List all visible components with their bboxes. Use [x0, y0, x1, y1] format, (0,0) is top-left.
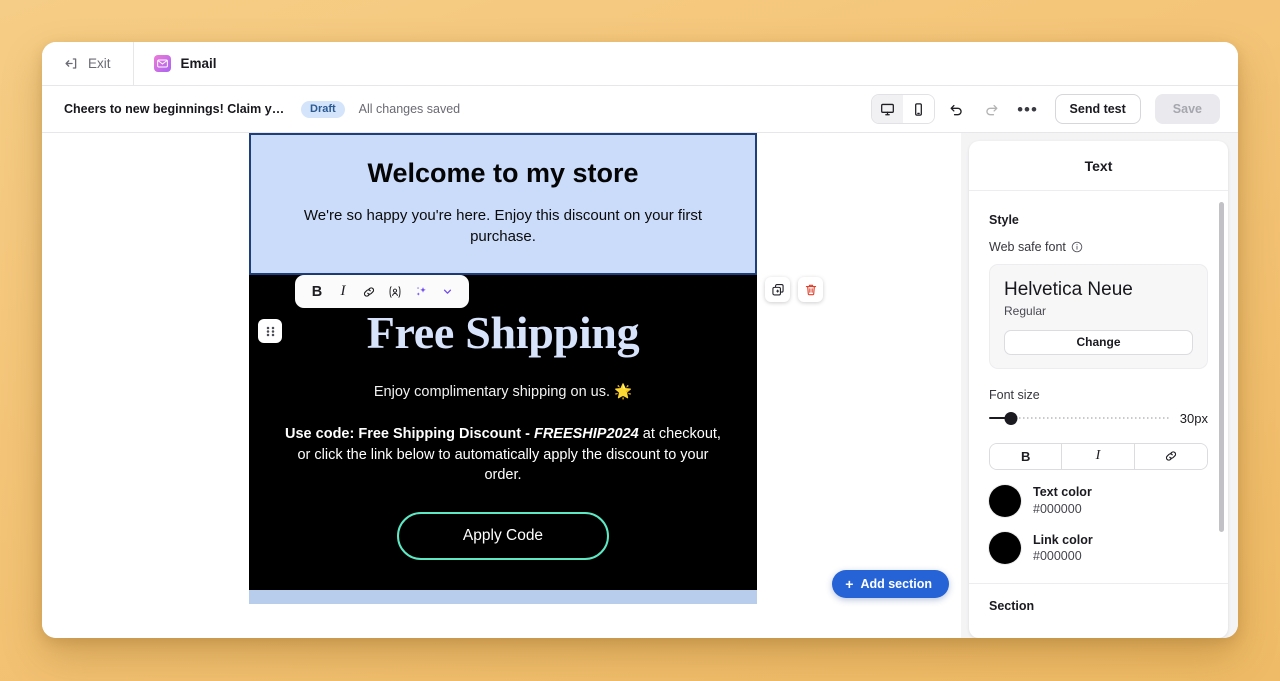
panel-link-icon[interactable] — [1134, 443, 1207, 469]
promo-discount-code: FREESHIP2024 — [533, 426, 639, 443]
section-next[interactable] — [249, 589, 757, 604]
tab-strip: Exit Email — [42, 42, 1238, 86]
italic-button[interactable]: I — [332, 280, 354, 303]
save-button[interactable]: Save — [1154, 94, 1220, 124]
style-section-label: Style — [989, 213, 1019, 227]
text-color-hex: #000000 — [1033, 501, 1082, 516]
section-drag-handle[interactable] — [258, 319, 282, 343]
document-bar: Cheers to new beginnings! Claim yo... Dr… — [42, 86, 1238, 133]
text-color-info: Text color #000000 — [1033, 484, 1092, 518]
panel-title: Text — [969, 141, 1228, 191]
more-options-button[interactable]: ••• — [1013, 95, 1043, 123]
exit-button[interactable]: Exit — [42, 42, 134, 85]
section-actions — [765, 277, 823, 302]
status-badge: Draft — [301, 100, 345, 118]
ai-chevron-down-icon[interactable] — [436, 280, 458, 303]
change-font-button[interactable]: Change — [1004, 329, 1193, 355]
editor-body: Welcome to my store We're so happy you'r… — [42, 133, 1238, 638]
font-size-slider[interactable] — [989, 411, 1169, 425]
document-bar-actions: ••• Send test Save — [870, 94, 1220, 124]
slider-thumb[interactable] — [1004, 411, 1018, 425]
email-icon — [153, 55, 171, 72]
tab-email-label: Email — [180, 56, 217, 71]
panel-italic-button[interactable]: I — [1062, 443, 1135, 469]
web-safe-font-text: Web safe font — [989, 240, 1066, 254]
slider-track — [1010, 417, 1169, 420]
promo-body-lead: Use code: Free Shipping Discount - — [285, 426, 534, 443]
font-size-label: Font size — [989, 387, 1040, 402]
plus-icon: + — [845, 576, 854, 592]
email-preview: Welcome to my store We're so happy you'r… — [249, 133, 757, 604]
add-section-button[interactable]: + Add section — [832, 570, 949, 598]
delete-section-button[interactable] — [798, 277, 823, 302]
panel-scroll-area[interactable]: Style Web safe font Helvetica Neue Regul… — [969, 191, 1228, 638]
tab-email[interactable]: Email — [134, 42, 237, 85]
email-canvas: Welcome to my store We're so happy you'r… — [42, 133, 961, 638]
font-size-value: 30px — [1179, 410, 1208, 426]
personalization-icon[interactable] — [384, 280, 406, 303]
link-color-hex: #000000 — [1033, 549, 1082, 564]
exit-icon — [64, 56, 79, 71]
floating-format-toolbar: B I — [295, 275, 469, 308]
info-icon[interactable] — [1071, 241, 1083, 253]
font-card: Helvetica Neue Regular Change — [989, 264, 1208, 369]
link-color-label: Link color — [1033, 532, 1093, 547]
link-color-row[interactable]: Link color #000000 — [989, 532, 1208, 566]
app-window: Exit Email Cheers to new beginnings! Cla… — [42, 42, 1238, 638]
link-icon[interactable] — [358, 280, 380, 303]
properties-panel: Text Style Web safe font Helvetica Neue … — [961, 133, 1238, 638]
undo-button[interactable] — [941, 95, 971, 123]
font-name: Helvetica Neue — [1004, 279, 1133, 300]
properties-card: Text Style Web safe font Helvetica Neue … — [969, 141, 1228, 638]
add-section-label: Add section — [860, 577, 932, 591]
send-test-button[interactable]: Send test — [1054, 94, 1141, 124]
text-color-swatch[interactable] — [989, 484, 1021, 517]
promo-subheading[interactable]: Enjoy complimentary shipping on us. 🌟 — [279, 382, 727, 403]
mobile-preview-button[interactable] — [902, 95, 934, 123]
apply-code-button[interactable]: Apply Code — [396, 511, 610, 560]
desktop-preview-button[interactable] — [871, 95, 903, 123]
device-preview-toggle — [870, 94, 935, 124]
promo-cta-wrap: Apply Code — [279, 511, 727, 560]
section-hero[interactable]: Welcome to my store We're so happy you'r… — [249, 133, 757, 275]
exit-label: Exit — [88, 56, 111, 71]
text-color-row[interactable]: Text color #000000 — [989, 484, 1208, 518]
redo-button[interactable] — [977, 95, 1007, 123]
bold-button[interactable]: B — [306, 280, 328, 303]
section-settings-label: Section — [989, 599, 1035, 614]
section-promo[interactable]: Free Shipping Enjoy complimentary shippi… — [249, 274, 757, 590]
promo-heading[interactable]: Free Shipping — [279, 308, 727, 357]
email-subject[interactable]: Cheers to new beginnings! Claim yo... — [64, 102, 289, 116]
text-format-group: B I — [989, 442, 1208, 470]
panel-scrollbar[interactable] — [1219, 202, 1224, 532]
web-safe-font-label: Web safe font — [989, 240, 1208, 254]
link-color-info: Link color #000000 — [1033, 532, 1093, 566]
text-color-label: Text color — [1033, 484, 1092, 499]
link-color-swatch[interactable] — [989, 532, 1021, 565]
font-weight: Regular — [1004, 303, 1047, 318]
ai-sparkle-icon[interactable] — [410, 280, 432, 303]
hero-paragraph[interactable]: We're so happy you're here. Enjoy this d… — [279, 205, 727, 247]
duplicate-section-button[interactable] — [765, 277, 790, 302]
save-state-text: All changes saved — [358, 102, 461, 116]
hero-heading[interactable]: Welcome to my store — [279, 157, 727, 191]
panel-bold-button[interactable]: B — [990, 443, 1063, 469]
promo-body[interactable]: Use code: Free Shipping Discount - FREES… — [279, 424, 727, 486]
font-size-row: 30px — [989, 411, 1208, 426]
more-options-label: ••• — [1017, 99, 1038, 119]
